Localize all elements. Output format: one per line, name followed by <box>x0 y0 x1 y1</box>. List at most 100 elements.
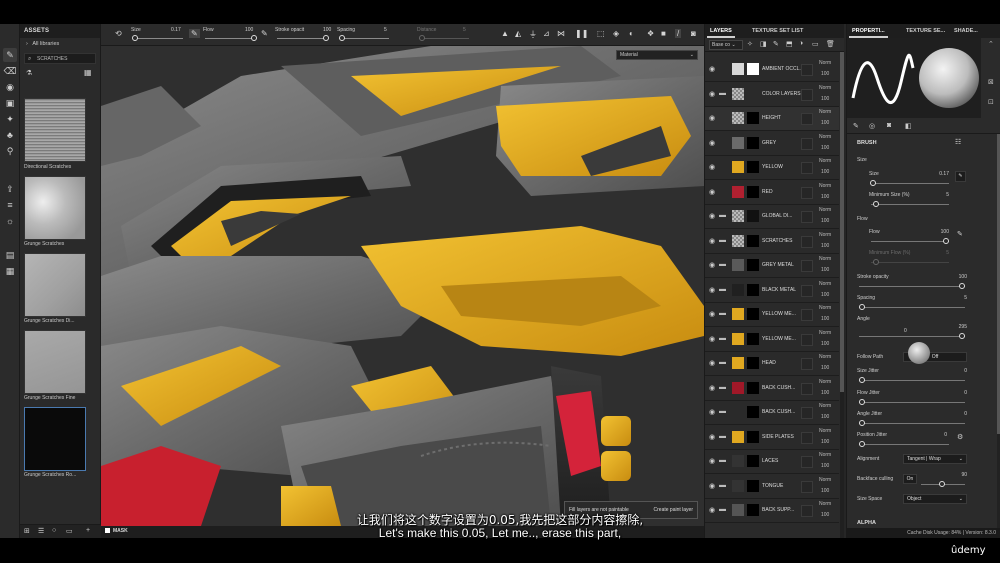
asset-thumb-grunge-scratches-fine[interactable] <box>24 330 86 394</box>
folder-icon[interactable]: ▬ <box>719 359 726 366</box>
backface-culling-toggle[interactable]: On <box>903 474 917 484</box>
pause-icon[interactable]: ❚❚ <box>575 29 588 38</box>
folder-icon[interactable]: ▬ <box>719 433 726 440</box>
eye-icon[interactable]: ◉ <box>709 359 715 367</box>
paint-brush-tool-icon[interactable]: ✎ <box>3 48 17 62</box>
layer-row[interactable]: ◉ ▬ GREY METAL Norm 100 <box>705 254 839 278</box>
eye-icon[interactable]: ◉ <box>709 433 715 441</box>
blend-mode[interactable]: Norm <box>819 305 831 311</box>
layer-name[interactable]: YELLOW <box>762 164 783 170</box>
lazy-mouse-icon[interactable]: ◭ <box>515 29 521 38</box>
clone-tool-icon[interactable]: ♣ <box>3 128 17 142</box>
layer-row[interactable]: ◉ ▬ TONGUE Norm 100 <box>705 474 839 499</box>
eye-icon[interactable]: ◉ <box>709 408 715 416</box>
eye-icon[interactable]: ◉ <box>709 163 715 171</box>
layer-name[interactable]: HEAD <box>762 360 776 366</box>
angle-jitter-value[interactable]: 0 <box>943 411 967 417</box>
toolbar-stroke-slider[interactable] <box>277 38 327 39</box>
flow-jitter-slider[interactable] <box>859 402 965 403</box>
size-slider-knob[interactable] <box>870 180 876 186</box>
layer-row[interactable]: ◉ GREY Norm 100 <box>705 131 839 156</box>
eye-icon[interactable]: ◉ <box>709 114 715 122</box>
layer-name[interactable]: GLOBAL DI... <box>762 213 792 219</box>
blend-mode[interactable]: Norm <box>819 403 831 409</box>
shelf-icon[interactable]: ▦ <box>3 264 17 278</box>
blend-mode[interactable]: Norm <box>819 232 831 238</box>
min-size-value[interactable]: 5 <box>925 192 949 198</box>
layer-name[interactable]: AMBIENT OCCL... <box>762 66 804 72</box>
stroke-opacity-knob[interactable] <box>959 283 965 289</box>
position-jitter-slider[interactable] <box>859 444 949 445</box>
layer-effects-slot[interactable] <box>801 88 813 101</box>
brush-tab-icon[interactable]: ✎ <box>853 122 859 130</box>
tab-texture-set-list[interactable]: TEXTURE SET LIST <box>749 24 806 38</box>
material-tab-icon[interactable]: ◎ <box>869 122 875 130</box>
log-icon[interactable]: ▤ <box>3 248 17 262</box>
material-view-select[interactable]: Material ⌄ <box>616 50 698 60</box>
size-pressure-icon[interactable]: ✎ <box>955 171 966 182</box>
size-space-select[interactable]: Object ⌄ <box>903 494 967 504</box>
layer-name[interactable]: TONGUE <box>762 483 783 489</box>
layers-icon[interactable]: ≡ <box>3 198 17 212</box>
blend-mode[interactable]: Norm <box>819 158 831 164</box>
layer-row[interactable]: ◉ ▬ SIDE PLATES Norm 100 <box>705 425 839 450</box>
min-size-slider[interactable] <box>871 204 949 205</box>
layer-opacity[interactable]: 100 <box>821 414 829 420</box>
layer-name[interactable]: SIDE PLATES <box>762 434 794 440</box>
layer-effects-slot[interactable] <box>801 113 813 125</box>
size-jitter-value[interactable]: 0 <box>943 368 967 374</box>
blend-mode[interactable]: Norm <box>819 183 831 189</box>
alignment-select[interactable]: Tangent | Wrap ⌄ <box>903 454 967 464</box>
folder-icon[interactable]: ▬ <box>719 90 726 97</box>
toolbar-flow-knob[interactable] <box>251 35 257 41</box>
fill-layer-icon[interactable]: ⬒ <box>786 40 793 48</box>
eye-icon[interactable]: ◉ <box>709 90 715 98</box>
eye-icon[interactable]: ◉ <box>709 261 715 269</box>
add-folder-icon[interactable]: ▭ <box>812 40 819 48</box>
layer-row[interactable]: ◉ ▬ YELLOW ME... Norm 100 <box>705 327 839 352</box>
layer-name[interactable]: SCRATCHES <box>762 238 792 244</box>
toolbar-flow-slider[interactable] <box>205 38 255 39</box>
tab-properties[interactable]: PROPERTI... <box>849 24 888 38</box>
pen-pressure-icon[interactable]: ✎ <box>189 29 200 38</box>
layer-opacity[interactable]: 100 <box>821 439 829 445</box>
blend-mode[interactable]: Norm <box>819 501 831 507</box>
display-settings-icon[interactable]: ☼ <box>3 214 17 228</box>
toolbar-spacing-slider[interactable] <box>339 38 389 39</box>
layer-row[interactable]: ◉ ▬ SCRATCHES Norm 100 <box>705 229 839 254</box>
layer-effects-slot[interactable] <box>801 480 813 493</box>
spacing-value[interactable]: 5 <box>943 295 967 301</box>
layer-row[interactable]: ◉ AMBIENT OCCL... Norm 100 <box>705 58 839 82</box>
layer-opacity[interactable]: 100 <box>821 488 829 494</box>
layer-opacity[interactable]: 100 <box>821 218 829 224</box>
position-jitter-value[interactable]: 0 <box>923 432 947 438</box>
settings-icon[interactable]: ⊡ <box>988 98 994 106</box>
toolbar-size-knob[interactable] <box>132 35 138 41</box>
blend-mode[interactable]: Norm <box>819 85 831 91</box>
layer-effects-slot[interactable] <box>801 137 813 150</box>
tab-layers[interactable]: LAYERS <box>707 24 735 38</box>
folder-icon[interactable]: ▬ <box>719 212 726 219</box>
video-icon[interactable]: ■ <box>661 29 666 38</box>
layer-effects-slot[interactable] <box>801 162 813 174</box>
angle-slider[interactable] <box>859 336 965 337</box>
position-jitter-settings-icon[interactable]: ⚙ <box>957 433 963 441</box>
channel-select[interactable]: Base co ⌄ <box>709 40 743 50</box>
layer-row[interactable]: ◉ ▬ COLOR LAYERS Norm 100 <box>705 82 839 107</box>
spacing-knob[interactable] <box>859 304 865 310</box>
layer-opacity[interactable]: 100 <box>821 96 829 102</box>
layer-effects-slot[interactable] <box>801 309 813 321</box>
layer-opacity[interactable]: 100 <box>821 341 829 347</box>
size-value[interactable]: 0.17 <box>925 171 949 177</box>
picker-tool-icon[interactable]: ⚲ <box>3 144 17 158</box>
layer-row[interactable]: ◉ ▬ BACK CUSH... Norm 100 <box>705 401 839 425</box>
angle-value[interactable]: 295 <box>943 324 967 330</box>
blend-mode[interactable]: Norm <box>819 256 831 262</box>
blend-mode[interactable]: Norm <box>819 354 831 360</box>
toolbar-stroke-value[interactable]: 100 <box>323 27 331 33</box>
flow-jitter-value[interactable]: 0 <box>943 390 967 396</box>
layer-opacity[interactable]: 100 <box>821 365 829 371</box>
folder-icon[interactable]: ▬ <box>719 457 726 464</box>
projection-tool-icon[interactable]: ◉ <box>3 80 17 94</box>
layer-effects-slot[interactable] <box>801 260 813 272</box>
